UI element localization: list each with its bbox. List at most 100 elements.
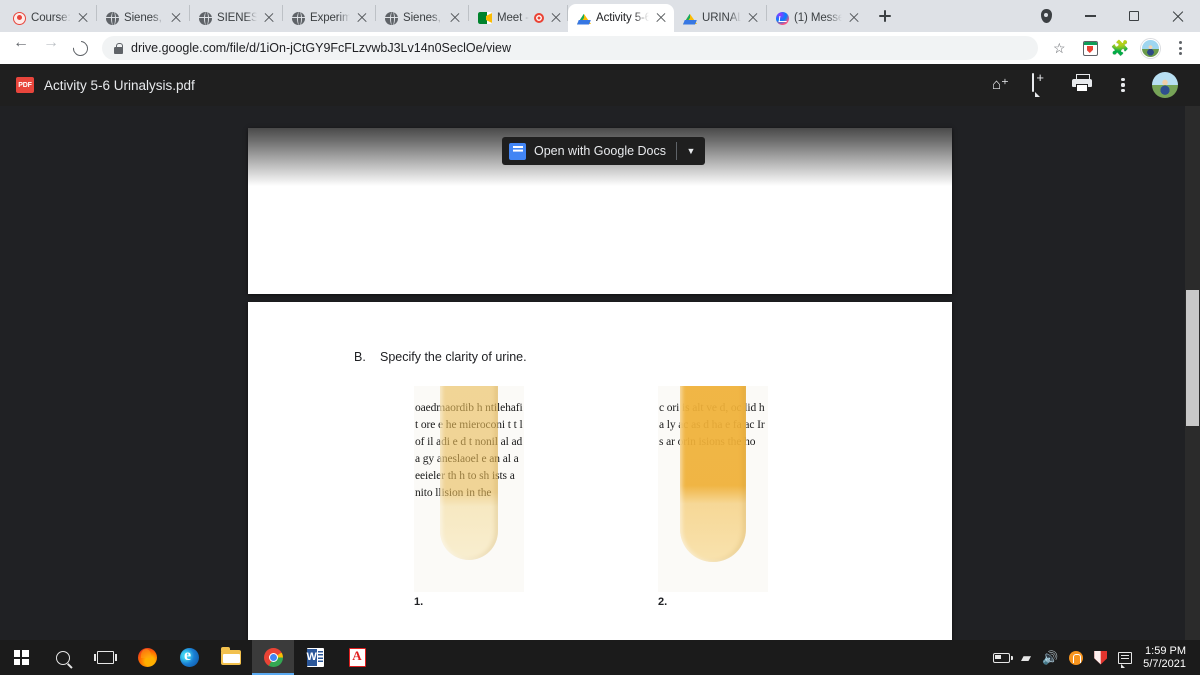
browser-tab-course[interactable]: Course: CHE	[4, 4, 96, 32]
browser-tab-urinalysis[interactable]: URINALYSIS	[674, 4, 766, 32]
google-drive-icon	[683, 12, 697, 25]
specimen-image-2: c ori is alt ve d, oc lid ha ly ac as d …	[658, 386, 768, 592]
minimize-button[interactable]	[1068, 0, 1112, 32]
battery-icon[interactable]	[992, 652, 1013, 663]
window-controls	[1024, 0, 1200, 32]
browser-toolbar: drive.google.com/file/d/1iOn-jCtGY9FcFLz…	[0, 32, 1200, 64]
pdf-viewer-header: PDF Activity 5-6 Urinalysis.pdf ⌂⁺	[0, 64, 1200, 106]
reload-button[interactable]	[66, 34, 94, 62]
address-bar[interactable]: drive.google.com/file/d/1iOn-jCtGY9FcFLz…	[102, 36, 1038, 60]
tab-label: Course: CHE	[31, 12, 71, 24]
globe-icon	[385, 11, 398, 25]
new-tab-button[interactable]	[871, 2, 899, 30]
word-button[interactable]	[294, 640, 336, 675]
add-comment-icon[interactable]	[1032, 73, 1054, 96]
globe-icon	[106, 11, 119, 25]
close-icon[interactable]	[262, 11, 276, 25]
close-icon[interactable]	[355, 11, 369, 25]
system-tray: ▰ 🔊 1:59 PM 5/7/2021	[992, 645, 1200, 671]
puzzle-extensions-icon[interactable]: 🧩	[1106, 34, 1134, 62]
chrome-menu-icon[interactable]	[1166, 34, 1194, 62]
add-to-drive-icon[interactable]: ⌂⁺	[992, 74, 1014, 96]
account-avatar[interactable]	[1152, 72, 1178, 98]
bookmark-star-icon[interactable]: ☆	[1046, 34, 1074, 62]
lock-icon	[114, 42, 123, 54]
word-icon	[306, 648, 324, 667]
pdf-page-2: B. Specify the clarity of urine. oaedmaor…	[248, 302, 952, 640]
file-explorer-button[interactable]	[210, 640, 252, 675]
back-button[interactable]	[6, 34, 34, 62]
close-icon[interactable]	[76, 11, 90, 25]
specimen-caption-1: 1.	[414, 596, 424, 608]
tab-label: Sienes, Jan	[403, 12, 443, 24]
close-icon[interactable]	[654, 11, 668, 25]
google-drive-icon	[577, 12, 591, 25]
close-icon[interactable]	[847, 11, 861, 25]
task-view-icon	[93, 651, 117, 664]
globe-icon	[292, 11, 305, 25]
maximize-button[interactable]	[1112, 0, 1156, 32]
tab-label: Sienes, Jan	[124, 12, 164, 24]
open-with-google-docs-button[interactable]: Open with Google Docs ▼	[502, 137, 706, 165]
close-icon[interactable]	[746, 11, 760, 25]
tab-label: Experiment	[310, 12, 350, 24]
question-text: Specify the clarity of urine.	[380, 350, 527, 364]
notifications-icon[interactable]	[1118, 651, 1133, 668]
acrobat-button[interactable]	[336, 640, 378, 675]
chevron-down-icon[interactable]: ▼	[677, 146, 705, 156]
firefox-button[interactable]	[126, 640, 168, 675]
question-b: B. Specify the clarity of urine.	[354, 350, 527, 364]
scrollbar-thumb[interactable]	[1186, 290, 1199, 426]
close-icon[interactable]	[169, 11, 183, 25]
close-icon[interactable]	[549, 11, 563, 25]
open-with-label: Open with Google Docs	[534, 144, 667, 158]
viewer-scrollbar[interactable]	[1185, 64, 1200, 640]
browser-tab-activity-5-6[interactable]: Activity 5-6	[568, 4, 674, 32]
recording-indicator-icon	[534, 13, 544, 23]
edge-button[interactable]	[168, 640, 210, 675]
test-tube-2	[680, 386, 746, 562]
app-icon[interactable]	[1069, 650, 1084, 665]
search-icon	[56, 650, 70, 665]
test-tube-1	[440, 386, 498, 560]
tab-label: URINALYSIS	[702, 12, 741, 24]
clock-time: 1:59 PM	[1145, 644, 1186, 657]
location-icon[interactable]	[1024, 0, 1068, 32]
browser-tab-messenger[interactable]: (1) Messenger	[767, 4, 867, 32]
tab-strip: Course: CHE Sienes, Jan SIENES, JAN Expe…	[0, 0, 1200, 32]
windows-defender-icon[interactable]	[1094, 650, 1108, 665]
browser-tab-sienes-3[interactable]: Sienes, Jan	[376, 4, 468, 32]
tab-label: Meet -	[497, 12, 529, 24]
profile-avatar[interactable]	[1136, 34, 1164, 62]
browser-tab-sienes-1[interactable]: Sienes, Jan	[97, 4, 189, 32]
search-button[interactable]	[42, 640, 84, 675]
chrome-button[interactable]	[252, 640, 294, 675]
extension-shield-icon[interactable]	[1076, 34, 1104, 62]
specimen-image-1: oaedmaordib h ntilehafit ore e he mieroc…	[414, 386, 524, 592]
course-icon	[13, 11, 26, 25]
tab-label: (1) Messenger	[794, 12, 842, 24]
chrome-icon	[263, 648, 283, 667]
tab-label: SIENES, JAN	[217, 12, 257, 24]
address-bar-url: drive.google.com/file/d/1iOn-jCtGY9FcFLz…	[131, 41, 512, 55]
folder-icon	[221, 647, 241, 665]
firefox-icon	[137, 648, 157, 667]
question-letter: B.	[354, 350, 366, 364]
pdf-file-icon: PDF	[16, 77, 34, 93]
close-window-button[interactable]	[1156, 0, 1200, 32]
start-button[interactable]	[0, 640, 42, 675]
taskbar-clock[interactable]: 1:59 PM 5/7/2021	[1143, 645, 1190, 671]
google-docs-icon	[509, 142, 526, 160]
wifi-icon[interactable]: ▰	[1021, 651, 1031, 664]
browser-tab-meet[interactable]: Meet -	[469, 4, 567, 32]
specimen-caption-2: 2.	[658, 596, 668, 608]
more-actions-icon[interactable]	[1112, 74, 1134, 96]
close-icon[interactable]	[448, 11, 462, 25]
volume-icon[interactable]: 🔊	[1042, 651, 1058, 664]
browser-tab-experiment[interactable]: Experiment	[283, 4, 375, 32]
browser-tab-sienes-2[interactable]: SIENES, JAN	[190, 4, 282, 32]
file-name: Activity 5-6 Urinalysis.pdf	[44, 77, 195, 93]
forward-button[interactable]	[36, 34, 64, 62]
task-view-button[interactable]	[84, 640, 126, 675]
print-icon[interactable]	[1072, 74, 1094, 96]
